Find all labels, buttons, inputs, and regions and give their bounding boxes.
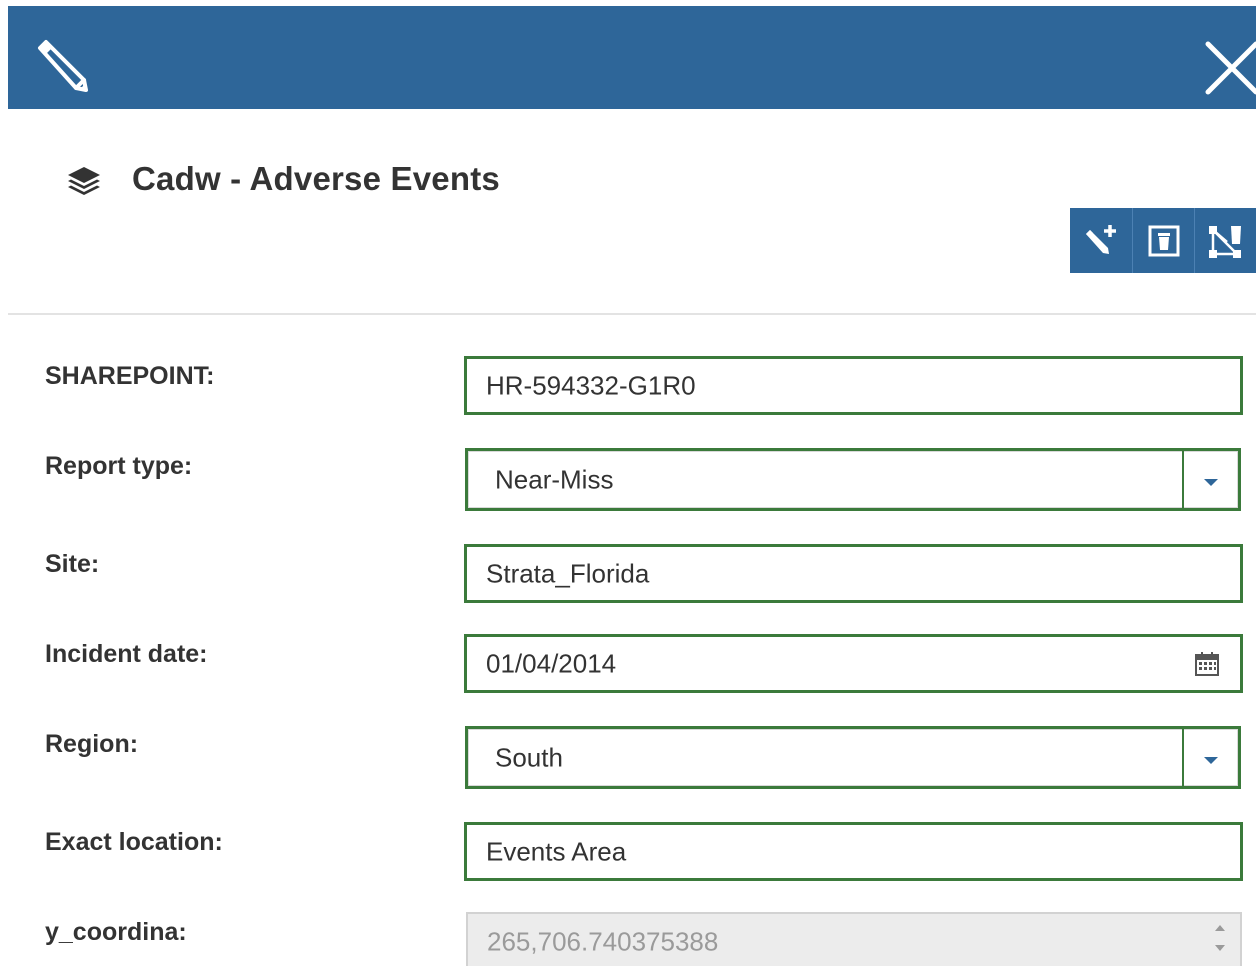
layer-title: Cadw - Adverse Events — [132, 160, 500, 197]
region-label: Region: — [45, 730, 139, 758]
chevron-down-icon — [1204, 757, 1218, 764]
delete-icon — [1148, 225, 1179, 256]
incident-date-field[interactable]: 01/04/2014 — [464, 634, 1243, 693]
region-dropdown-toggle[interactable] — [1182, 729, 1238, 786]
region-select[interactable]: South — [465, 726, 1241, 789]
header-divider — [8, 313, 1256, 315]
sharepoint-value: HR-594332-G1R0 — [486, 370, 696, 400]
spin-up-icon — [1208, 918, 1232, 938]
feature-toolbar — [1070, 208, 1256, 273]
sharepoint-label: SHAREPOINT: — [45, 362, 215, 390]
edit-geometry-icon — [1208, 225, 1241, 258]
site-value: Strata_Florida — [486, 558, 650, 588]
chevron-down-icon — [1204, 479, 1218, 486]
incident-date-label: Incident date: — [45, 640, 208, 668]
delete-feature-button[interactable] — [1132, 208, 1194, 273]
site-label: Site: — [45, 550, 100, 578]
close-icon — [1205, 41, 1256, 95]
report-type-value: Near-Miss — [495, 464, 614, 494]
pencil-icon — [38, 40, 88, 92]
add-feature-icon — [1086, 224, 1116, 254]
sharepoint-field[interactable]: HR-594332-G1R0 — [464, 356, 1243, 415]
report-type-select[interactable]: Near-Miss — [465, 448, 1241, 511]
y-coordinate-field: 265,706.740375388 — [466, 912, 1242, 966]
report-type-label: Report type: — [45, 452, 193, 480]
add-feature-button[interactable] — [1070, 208, 1132, 273]
layers-icon — [68, 167, 100, 195]
edit-panel: Cadw - Adverse Events SHAREPOINT: HR-594… — [0, 0, 1256, 966]
close-button[interactable] — [1200, 40, 1256, 104]
exact-location-field[interactable]: Events Area — [464, 822, 1243, 881]
site-field[interactable]: Strata_Florida — [464, 544, 1243, 603]
calendar-icon[interactable] — [1194, 651, 1220, 677]
header-bar — [8, 6, 1256, 109]
exact-location-label: Exact location: — [45, 828, 223, 856]
y-coordinate-label: y_coordina: — [45, 918, 187, 946]
y-coordinate-value: 265,706.740375388 — [487, 926, 719, 957]
incident-date-value: 01/04/2014 — [486, 648, 617, 678]
report-type-dropdown-toggle[interactable] — [1182, 451, 1238, 508]
number-spinner — [1208, 918, 1232, 964]
layer-title-row: Cadw - Adverse Events — [66, 156, 500, 202]
edit-geometry-button[interactable] — [1194, 208, 1256, 273]
region-value: South — [495, 742, 563, 772]
exact-location-value: Events Area — [486, 836, 627, 866]
spin-down-icon — [1208, 938, 1232, 958]
